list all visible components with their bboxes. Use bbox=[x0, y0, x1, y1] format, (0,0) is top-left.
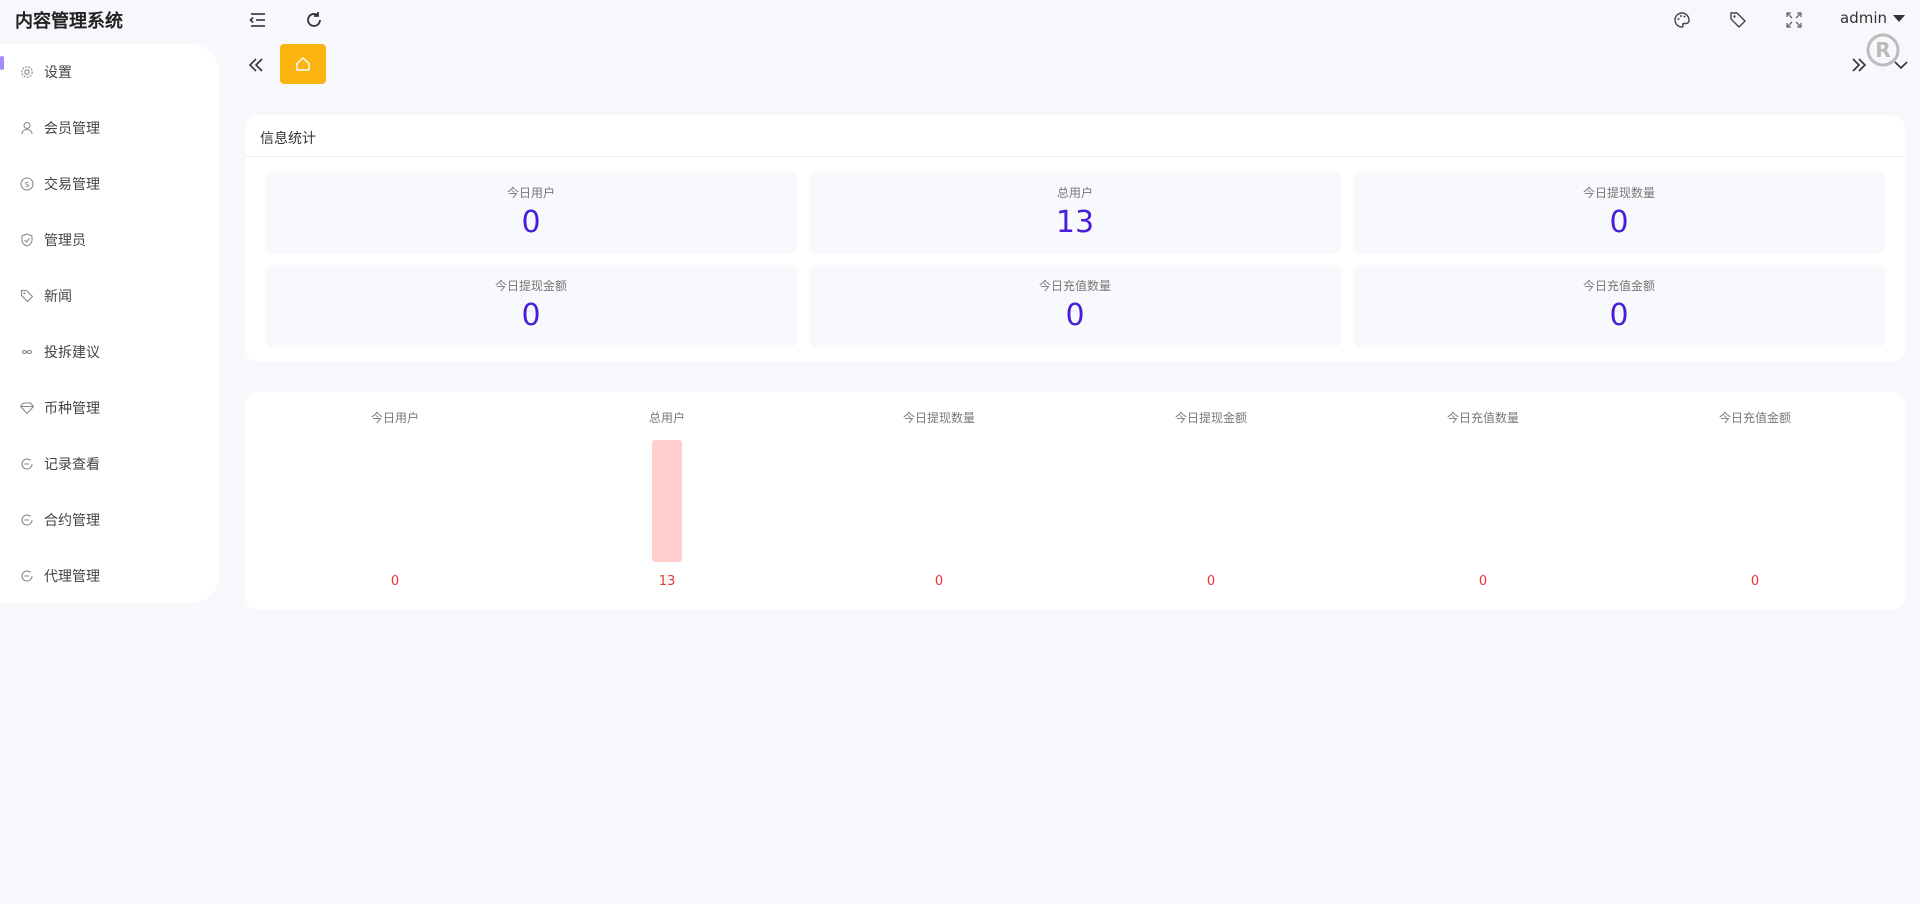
infinity-icon bbox=[21, 349, 33, 355]
svg-text:$: $ bbox=[24, 180, 29, 189]
category-label: 今日充值数量 bbox=[1447, 410, 1519, 425]
stat-label: 今日充值数量 bbox=[1038, 279, 1111, 293]
user-icon bbox=[21, 121, 33, 135]
category-label: 今日用户 bbox=[371, 410, 419, 425]
shield-icon bbox=[21, 233, 33, 247]
stat-value: 0 bbox=[1609, 205, 1629, 240]
sidebar-item-label: 设置 bbox=[44, 65, 72, 81]
sidebar-item-currency[interactable]: 币种管理 bbox=[20, 396, 100, 420]
stat-value: 0 bbox=[1065, 298, 1085, 333]
sidebar-item-trades[interactable]: $ 交易管理 bbox=[20, 172, 100, 196]
home-icon bbox=[296, 57, 310, 71]
stat-label: 今日充值金额 bbox=[1582, 279, 1655, 293]
record-icon bbox=[21, 514, 33, 526]
stat-total-users: 总用户 13 bbox=[809, 172, 1341, 254]
category-label: 总用户 bbox=[649, 410, 685, 425]
stat-today-recharge-amount: 今日充值金额 0 bbox=[1353, 265, 1885, 347]
stat-today-recharge-count: 今日充值数量 0 bbox=[809, 265, 1341, 347]
sidebar-item-members[interactable]: 会员管理 bbox=[20, 116, 100, 140]
category-label: 今日提现金额 bbox=[1175, 410, 1247, 425]
refresh-icon[interactable] bbox=[303, 9, 325, 31]
data-label: 0 bbox=[1207, 574, 1215, 589]
sidebar-item-label: 交易管理 bbox=[44, 177, 100, 193]
stat-label: 总用户 bbox=[1056, 186, 1093, 200]
sidebar-item-label: 代理管理 bbox=[44, 569, 100, 585]
chart-card: 今日用户 0 总用户 13 今日提现数量 0 今日提现金额 0 今日充值数量 0 今日充值金额 0 bbox=[245, 392, 1905, 610]
stat-label: 今日用户 bbox=[506, 186, 555, 200]
sidebar-item-contracts[interactable]: 合约管理 bbox=[20, 508, 100, 532]
sidebar-item-feedback[interactable]: 投拆建议 bbox=[20, 340, 100, 364]
sidebar-item-label: 管理员 bbox=[44, 233, 86, 249]
sidebar-item-records[interactable]: 记录查看 bbox=[20, 452, 100, 476]
sidebar: 设置 会员管理 $ 交易管理 管理员 新闻 投拆建议 币种管理 记录查看 合约管… bbox=[0, 44, 219, 603]
sidebar-item-label: 会员管理 bbox=[44, 121, 100, 137]
svg-text:R: R bbox=[1875, 38, 1890, 62]
data-label: 0 bbox=[391, 574, 399, 589]
sidebar-item-label: 合约管理 bbox=[44, 513, 100, 529]
stat-value: 0 bbox=[521, 205, 541, 240]
app-title: 内容管理系统 bbox=[15, 11, 123, 32]
sidebar-item-label: 记录查看 bbox=[44, 457, 100, 473]
collapse-menu-icon[interactable] bbox=[247, 9, 269, 31]
stat-value: 0 bbox=[521, 298, 541, 333]
category-label: 今日充值金额 bbox=[1719, 410, 1791, 425]
sidebar-item-label: 币种管理 bbox=[44, 401, 100, 417]
user-menu[interactable]: admin bbox=[1840, 9, 1905, 27]
registered-logo-icon: R bbox=[1865, 32, 1901, 68]
sidebar-item-agents[interactable]: 代理管理 bbox=[20, 564, 100, 588]
data-label: 0 bbox=[935, 574, 943, 589]
fullscreen-icon[interactable] bbox=[1783, 9, 1805, 31]
tag-icon bbox=[20, 289, 34, 303]
data-label: 0 bbox=[1479, 574, 1487, 589]
bar-chart: 今日用户 0 总用户 13 今日提现数量 0 今日提现金额 0 今日充值数量 0 今日充值金额 0 bbox=[371, 410, 1791, 589]
data-label: 13 bbox=[659, 574, 676, 589]
stat-today-withdraw-amount: 今日提现金额 0 bbox=[265, 265, 797, 347]
gear-icon bbox=[21, 66, 33, 78]
divider bbox=[245, 156, 1905, 157]
stats-title: 信息统计 bbox=[260, 131, 316, 147]
sidebar-item-label: 投拆建议 bbox=[44, 345, 100, 361]
active-indicator bbox=[0, 56, 4, 70]
stat-today-withdraw-count: 今日提现数量 0 bbox=[1353, 172, 1885, 254]
sidebar-item-label: 新闻 bbox=[44, 289, 72, 305]
dollar-icon: $ bbox=[20, 177, 34, 191]
sidebar-item-settings[interactable]: 设置 bbox=[20, 60, 72, 84]
top-bar: 内容管理系统 admin bbox=[0, 0, 1920, 40]
stat-label: 今日提现数量 bbox=[1582, 186, 1655, 200]
stat-value: 13 bbox=[1055, 205, 1095, 240]
record-icon bbox=[21, 570, 33, 582]
stat-label: 今日提现金额 bbox=[494, 279, 567, 293]
palette-icon[interactable] bbox=[1671, 9, 1693, 31]
diamond-icon bbox=[20, 402, 34, 415]
stat-today-users: 今日用户 0 bbox=[265, 172, 797, 254]
data-label: 0 bbox=[1751, 574, 1759, 589]
tab-home[interactable] bbox=[280, 44, 326, 84]
tag-icon[interactable] bbox=[1727, 9, 1749, 31]
stat-value: 0 bbox=[1609, 298, 1629, 333]
category-label: 今日提现数量 bbox=[903, 410, 975, 425]
record-icon bbox=[21, 458, 33, 470]
scroll-left-icon[interactable] bbox=[245, 54, 267, 76]
sidebar-item-news[interactable]: 新闻 bbox=[20, 284, 72, 308]
sidebar-item-admins[interactable]: 管理员 bbox=[20, 228, 86, 252]
tabs-bar bbox=[240, 44, 1920, 88]
chevron-down-icon bbox=[1893, 14, 1905, 22]
stats-card: 信息统计 今日用户 0 总用户 13 今日提现数量 0 今日提现金额 0 今日充… bbox=[245, 115, 1905, 362]
user-name: admin bbox=[1840, 9, 1887, 27]
bar[interactable] bbox=[652, 440, 682, 562]
